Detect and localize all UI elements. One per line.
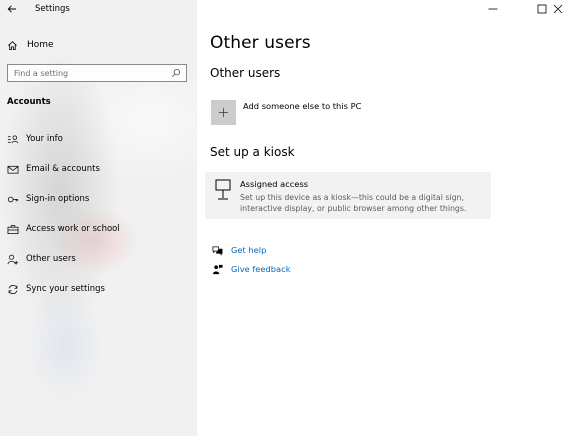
key-icon (6, 193, 19, 205)
section-heading-kiosk: Set up a kiosk (210, 145, 295, 159)
sidebar-item-label: Sign-in options (26, 194, 90, 204)
sidebar-item-your-info[interactable]: Your info (6, 132, 63, 146)
mail-icon (6, 163, 19, 175)
assigned-access-card[interactable]: Assigned access Set up this device as a … (205, 172, 491, 219)
sync-icon (6, 283, 19, 295)
feedback-icon (211, 263, 223, 275)
sidebar-item-label: Email & accounts (26, 164, 100, 174)
sidebar-item-email-accounts[interactable]: Email & accounts (6, 162, 100, 176)
get-help-link[interactable]: Get help (211, 244, 266, 256)
give-feedback-link[interactable]: Give feedback (211, 263, 291, 275)
add-tile[interactable] (211, 100, 236, 125)
get-help-label[interactable]: Get help (231, 245, 266, 255)
sidebar-item-label: Your info (26, 134, 63, 144)
add-user-label: Add someone else to this PC (243, 101, 362, 111)
sidebar-item-other-users[interactable]: Other users (6, 252, 76, 266)
assigned-access-description: Set up this device as a kiosk—this could… (240, 193, 467, 213)
chat-help-icon (211, 244, 223, 256)
sidebar-item-sign-in-options[interactable]: Sign-in options (6, 192, 89, 206)
search-input[interactable] (8, 68, 169, 78)
sidebar-item-label: Other users (26, 254, 76, 264)
home-icon (7, 39, 19, 51)
page-title: Other users (210, 33, 311, 53)
person-card-icon (6, 133, 19, 145)
plus-icon (218, 107, 229, 118)
minimize-icon (488, 8, 498, 10)
sidebar: Settings Home Accounts Your info Email &… (0, 0, 197, 436)
search-icon[interactable] (169, 66, 183, 80)
search-field[interactable] (7, 64, 187, 82)
assigned-access-title: Assigned access (240, 179, 309, 189)
sidebar-item-label: Home (27, 40, 54, 50)
close-button[interactable] (543, 0, 573, 18)
window-title: Settings (35, 4, 70, 14)
back-arrow-icon (7, 5, 16, 13)
close-icon (553, 4, 563, 14)
sidebar-item-access-work-school[interactable]: Access work or school (6, 222, 120, 236)
add-user-button[interactable]: Add someone else to this PC (211, 100, 361, 125)
sidebar-item-label: Access work or school (26, 224, 120, 234)
briefcase-icon (6, 223, 19, 235)
people-icon (6, 253, 19, 265)
minimize-button[interactable] (478, 0, 508, 18)
section-heading-other-users: Other users (210, 66, 281, 80)
sidebar-item-home[interactable]: Home (7, 38, 54, 52)
back-button[interactable] (4, 0, 20, 18)
give-feedback-label[interactable]: Give feedback (231, 264, 291, 274)
section-heading-accounts: Accounts (7, 97, 51, 107)
kiosk-icon (215, 179, 231, 200)
sidebar-item-sync-settings[interactable]: Sync your settings (6, 282, 105, 296)
sidebar-item-label: Sync your settings (26, 284, 105, 294)
